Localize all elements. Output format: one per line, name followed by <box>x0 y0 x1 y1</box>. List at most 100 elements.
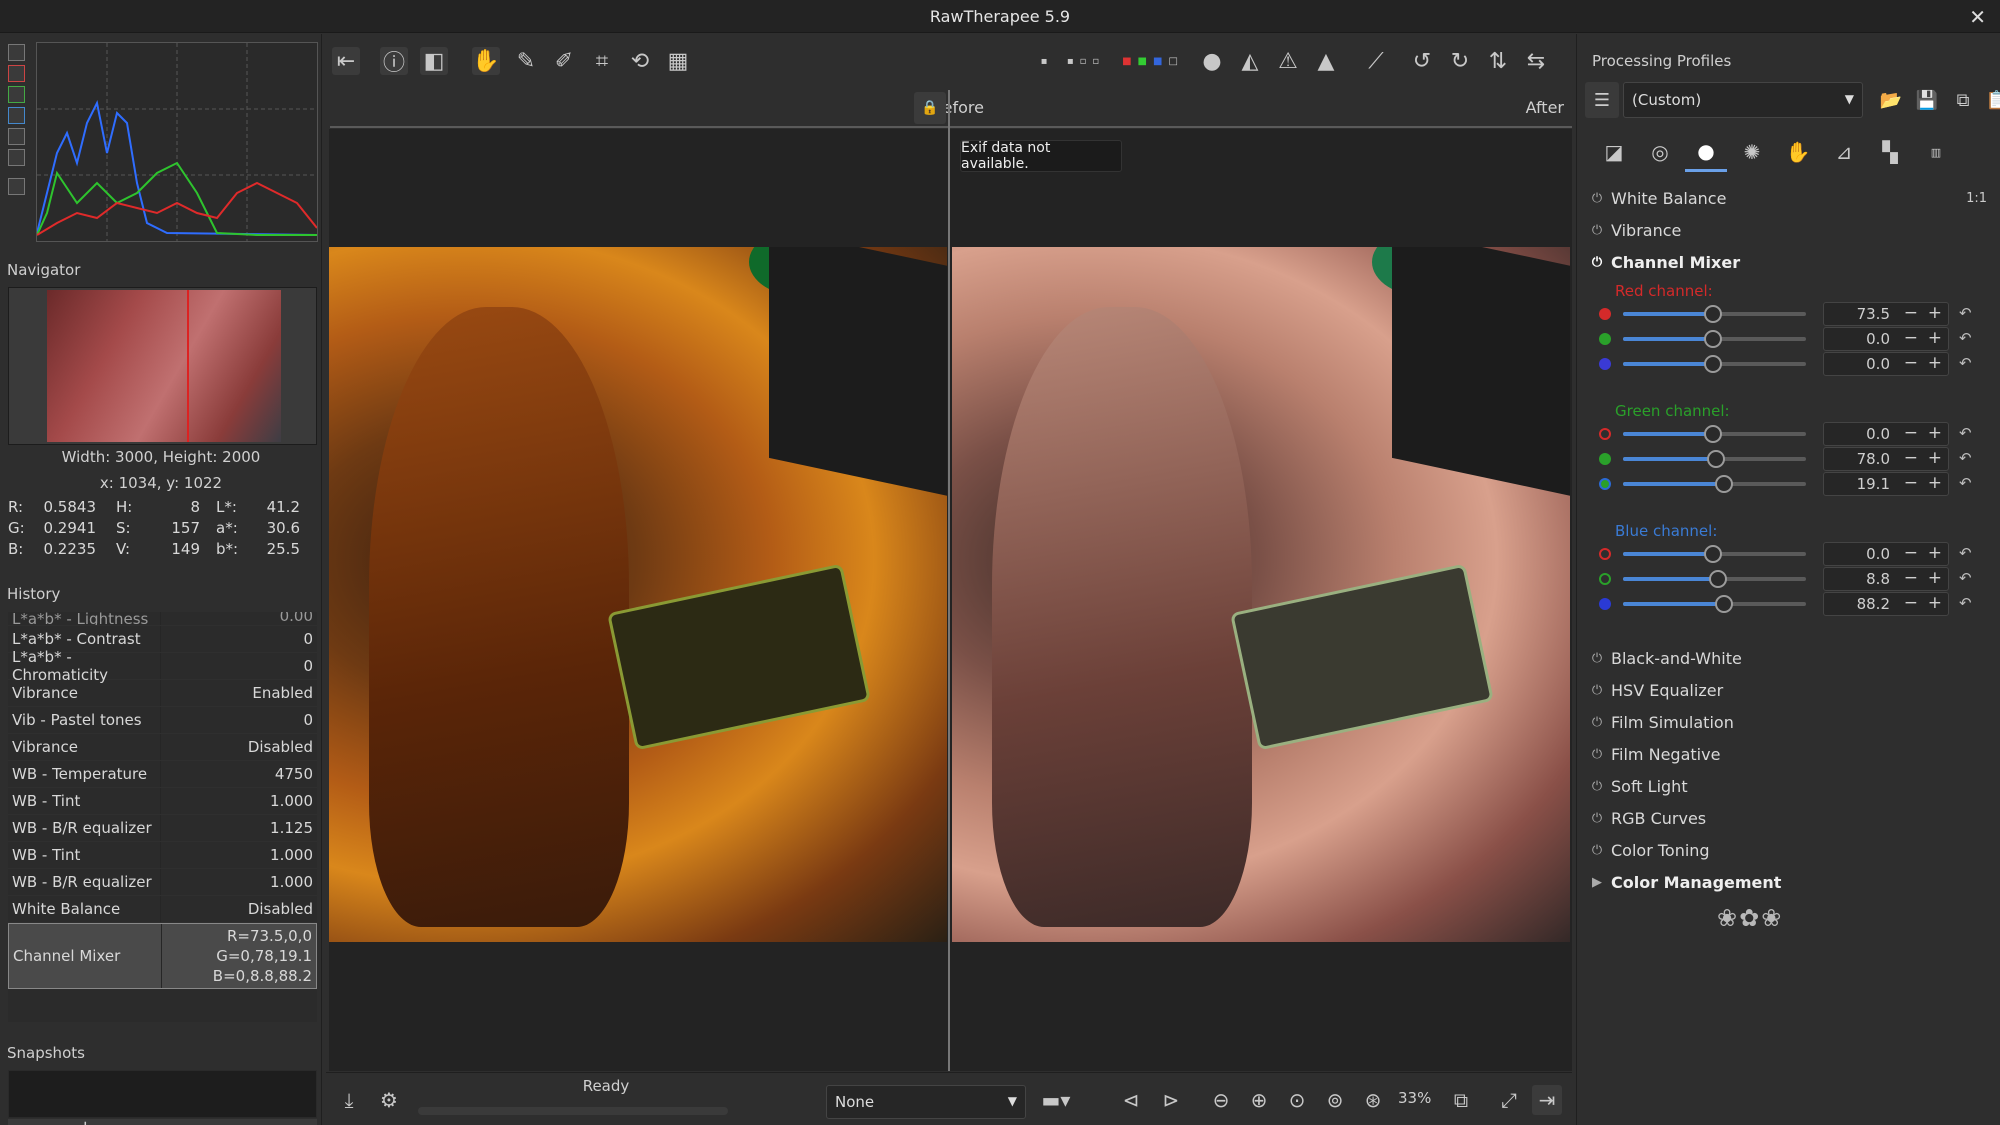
flip-horizontal-icon[interactable]: ⇆ <box>1522 47 1550 75</box>
decrement-icon[interactable]: − <box>1904 353 1918 373</box>
history-row[interactable]: WB - B/R equalizer 1.000 <box>8 869 317 896</box>
highlight-warning-icon[interactable]: ▲ <box>1312 47 1340 75</box>
profile-list-icon[interactable]: ☰ <box>1585 82 1619 118</box>
shadow-warning-icon[interactable]: ⚠ <box>1274 47 1302 75</box>
power-icon[interactable]: ⏻ <box>1583 651 1611 666</box>
decrement-icon[interactable]: − <box>1904 543 1918 563</box>
slider-track[interactable] <box>1623 595 1806 613</box>
value-spinner[interactable]: 19.1− + <box>1823 472 1949 496</box>
power-icon[interactable]: ⏻ <box>1583 255 1611 270</box>
slider-row[interactable]: 19.1− + ↶ <box>1593 472 1993 496</box>
snapshots-list[interactable] <box>8 1070 317 1118</box>
tool-film-simulation[interactable]: ⏻ Film Simulation <box>1583 706 1995 738</box>
zoom-in-icon[interactable]: ⊕ <box>1244 1085 1274 1115</box>
decrement-icon[interactable]: − <box>1904 593 1918 613</box>
decrement-icon[interactable]: − <box>1904 303 1918 323</box>
power-icon[interactable]: ⏻ <box>1583 191 1611 206</box>
slider-knob[interactable] <box>1703 330 1722 348</box>
before-after-icon[interactable]: ◧ <box>420 47 448 75</box>
value-spinner[interactable]: 88.2− + <box>1823 592 1949 616</box>
power-icon[interactable]: ⏻ <box>1583 683 1611 698</box>
power-icon[interactable]: ⏻ <box>1583 843 1611 858</box>
increment-icon[interactable]: + <box>1928 543 1942 563</box>
tool-film-negative[interactable]: ⏻ Film Negative <box>1583 738 1995 770</box>
history-row[interactable]: L*a*b* - Lightness 0.00 <box>8 612 317 626</box>
tool-soft-light[interactable]: ⏻ Soft Light <box>1583 770 1995 802</box>
send-to-queue-icon[interactable]: ⚙ <box>374 1085 404 1115</box>
preview-mode-icon[interactable]: ▪▫▫ <box>1056 47 1116 75</box>
reset-icon[interactable]: ↶ <box>1959 544 1972 562</box>
tab-transform[interactable]: ⊿ <box>1823 132 1865 172</box>
reset-icon[interactable]: ↶ <box>1959 329 1972 347</box>
tab-exposure[interactable]: ◪ <box>1593 132 1635 172</box>
slider-row[interactable]: 0.0− + ↶ <box>1593 327 1993 351</box>
slider-knob[interactable] <box>1709 570 1728 588</box>
slider-row[interactable]: 8.8− + ↶ <box>1593 567 1993 591</box>
tool-channel-mixer[interactable]: ⏻ Channel Mixer <box>1583 246 1995 278</box>
slider-track[interactable] <box>1623 475 1806 493</box>
open-profile-icon[interactable]: 📂 <box>1875 84 1907 116</box>
slider-row[interactable]: 78.0− + ↶ <box>1593 447 1993 471</box>
remove-snapshot-button[interactable]: − <box>163 1119 318 1125</box>
history-row[interactable]: WB - Temperature 4750 <box>8 761 317 788</box>
tab-raw[interactable]: ▚ <box>1869 132 1911 172</box>
value-spinner[interactable]: 0.0− + <box>1823 352 1949 376</box>
save-profile-icon[interactable]: 💾 <box>1911 84 1943 116</box>
tool-white-balance[interactable]: ⏻ White Balance 1:1 <box>1583 182 1995 214</box>
tab-local[interactable]: ✋ <box>1777 132 1819 172</box>
history-row[interactable]: Vib - Pastel tones 0 <box>8 707 317 734</box>
graph-icon[interactable]: ⟋ <box>1362 47 1390 75</box>
tab-detail[interactable]: ◎ <box>1639 132 1681 172</box>
history-row[interactable]: Vibrance Disabled <box>8 734 317 761</box>
zoom-fit-icon[interactable]: ⊚ <box>1320 1085 1350 1115</box>
slider-row[interactable]: 73.5− + ↶ <box>1593 302 1993 326</box>
slider-row[interactable]: 0.0− + ↶ <box>1593 352 1993 376</box>
tool-black-and-white[interactable]: ⏻ Black-and-White <box>1583 642 1995 674</box>
paste-profile-icon[interactable]: 📋 <box>1981 84 2000 116</box>
history-row[interactable]: L*a*b* - Chromaticity 0 <box>8 648 317 684</box>
zoom-100-icon[interactable]: ⊙ <box>1282 1085 1312 1115</box>
navigator-preview[interactable] <box>8 287 317 445</box>
power-icon[interactable]: ⏻ <box>1583 223 1611 238</box>
decrement-icon[interactable]: − <box>1904 328 1918 348</box>
slider-knob[interactable] <box>1703 355 1722 373</box>
value-spinner[interactable]: 0.0− + <box>1823 542 1949 566</box>
reset-icon[interactable]: ↶ <box>1959 449 1972 467</box>
increment-icon[interactable]: + <box>1928 593 1942 613</box>
decrement-icon[interactable]: − <box>1904 568 1918 588</box>
preset-select[interactable]: None ▼ <box>826 1085 1026 1119</box>
decrement-icon[interactable]: − <box>1904 448 1918 468</box>
slider-track[interactable] <box>1623 355 1806 373</box>
navigator-viewport-rect[interactable] <box>187 290 281 442</box>
slider-track[interactable] <box>1623 570 1806 588</box>
white-balance-picker-icon[interactable]: ✎ <box>512 47 540 75</box>
slider-track[interactable] <box>1623 450 1806 468</box>
profile-select[interactable]: (Custom) ▼ <box>1623 82 1863 118</box>
history-row[interactable]: Vibrance Enabled <box>8 680 317 707</box>
copy-profile-icon[interactable]: ⧉ <box>1947 84 1979 116</box>
power-icon[interactable]: ⏻ <box>1583 715 1611 730</box>
power-icon[interactable]: ⏻ <box>1583 747 1611 762</box>
after-image[interactable] <box>952 247 1570 942</box>
histogram-toggle-green-icon[interactable] <box>8 86 25 103</box>
next-image-icon[interactable]: ⊳ <box>1156 1085 1186 1115</box>
power-icon[interactable]: ⏻ <box>1583 811 1611 826</box>
hide-left-panel-icon[interactable]: ⇤ <box>332 47 360 75</box>
clipped-highlights-icon[interactable]: ◭ <box>1236 47 1264 75</box>
crop-icon[interactable]: ⌗ <box>588 47 616 75</box>
histogram-toggle-luminance-icon[interactable] <box>8 128 25 145</box>
value-spinner[interactable]: 73.5− + <box>1823 302 1949 326</box>
reset-icon[interactable]: ↶ <box>1959 569 1972 587</box>
value-spinner[interactable]: 78.0− + <box>1823 447 1949 471</box>
tool-color-management[interactable]: ▶ Color Management <box>1583 866 1995 898</box>
indicator-preview-icon[interactable]: ▪ <box>1036 47 1052 75</box>
lock-icon[interactable]: 🔒 <box>914 92 946 124</box>
reset-icon[interactable]: ↶ <box>1959 594 1972 612</box>
channel-preview-icon[interactable]: ■ ■ ■ □ <box>1118 47 1188 75</box>
color-picker-icon[interactable]: ✐ <box>550 47 578 75</box>
add-snapshot-button[interactable]: + <box>8 1119 163 1125</box>
rotate-left-icon[interactable]: ↺ <box>1408 47 1436 75</box>
focus-mask-icon[interactable]: ● <box>1198 47 1226 75</box>
history-row[interactable]: WB - B/R equalizer 1.125 <box>8 815 317 842</box>
fullscreen-icon[interactable]: ⤢ <box>1494 1085 1524 1115</box>
